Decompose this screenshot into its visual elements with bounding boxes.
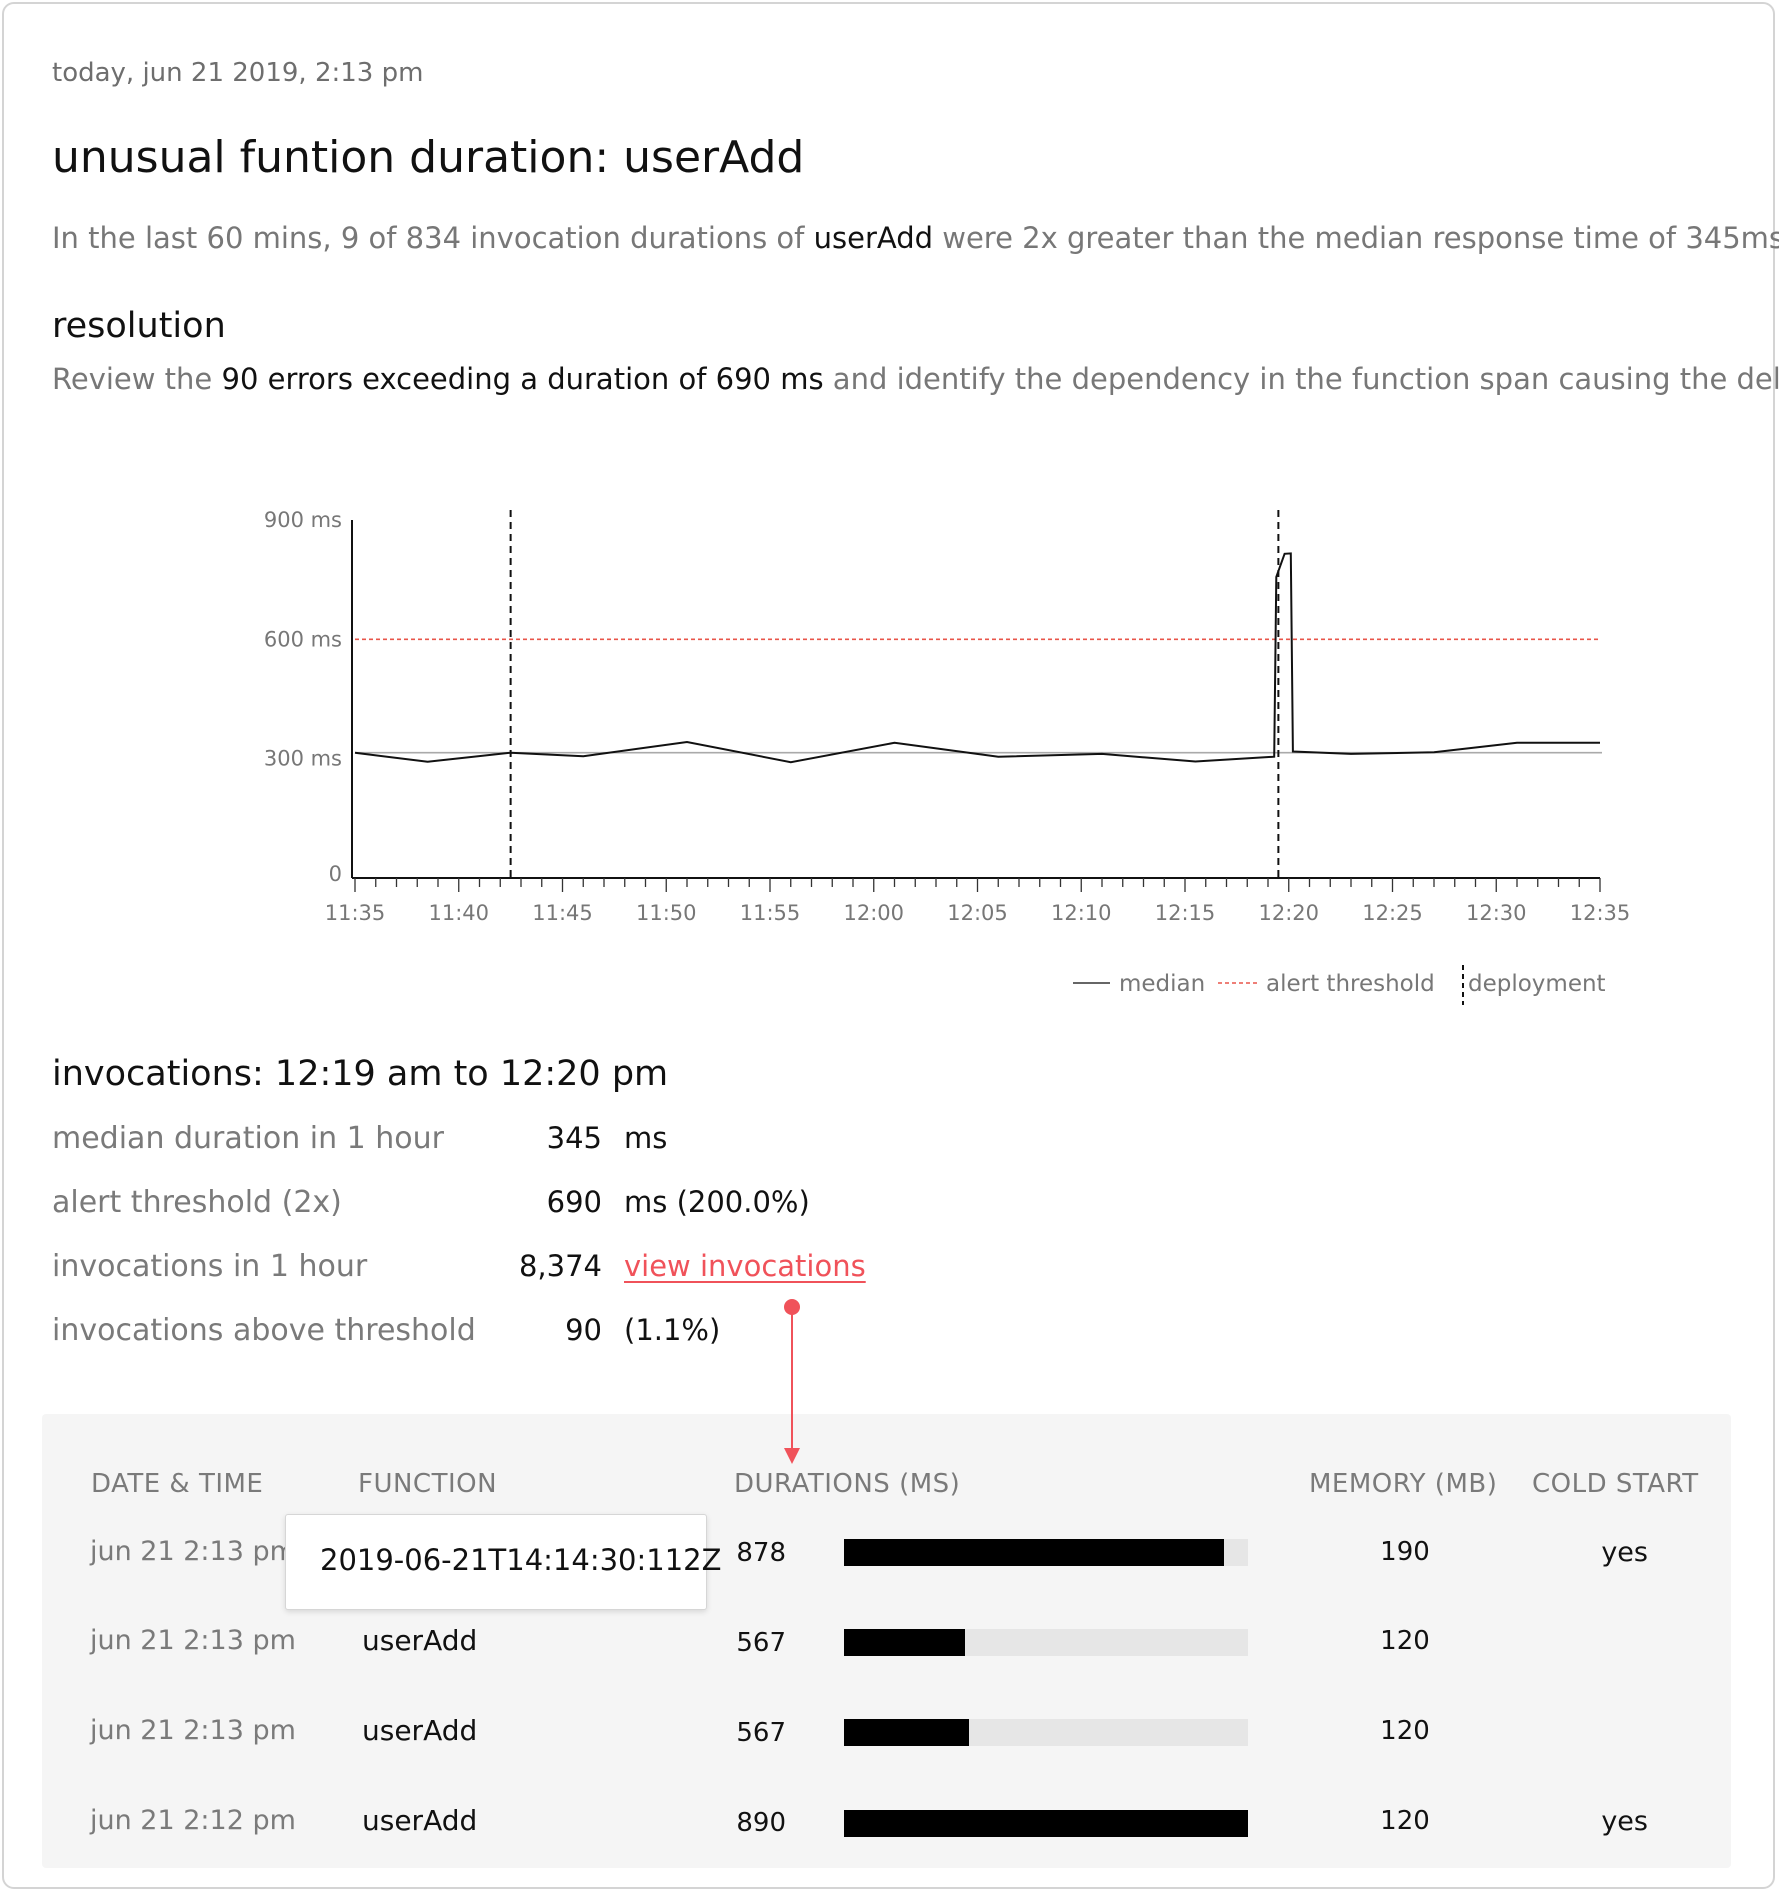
x-tick-label-4: 11:55 xyxy=(740,901,801,925)
x-tick-label-6: 12:05 xyxy=(947,901,1008,925)
y-tick-label-0: 0 xyxy=(329,862,342,886)
row-2-duration-bar-fill xyxy=(844,1719,970,1746)
x-tick-label-2: 11:45 xyxy=(532,901,593,925)
stat-unit-threshold: ms (200.0%) xyxy=(624,1185,810,1219)
x-tick-label-12: 12:35 xyxy=(1570,901,1631,925)
y-tick-label-1: 300 ms xyxy=(264,747,342,771)
stat-label-above-threshold: invocations above threshold xyxy=(52,1313,476,1348)
duration-series-line xyxy=(354,552,1600,764)
column-header-cold-start: COLD START xyxy=(1532,1469,1699,1499)
row-0-duration-bar xyxy=(844,1539,1248,1566)
x-tick-label-3: 11:50 xyxy=(636,901,697,925)
row-2-duration: 567 xyxy=(736,1718,786,1748)
row-3-memory: 120 xyxy=(1380,1806,1430,1836)
stat-label-median: median duration in 1 hour xyxy=(52,1121,444,1156)
column-header-date: DATE & TIME xyxy=(91,1469,264,1499)
row-1-duration: 567 xyxy=(736,1628,786,1658)
view-invocations-link[interactable]: view invocations xyxy=(624,1249,866,1283)
x-tick-label-0: 11:35 xyxy=(325,901,386,925)
row-3-duration-bar-fill xyxy=(844,1810,1248,1837)
row-1-duration-bar-fill xyxy=(844,1629,966,1656)
x-tick-label-8: 12:15 xyxy=(1155,901,1216,925)
row-3-date: jun 21 2:12 pm xyxy=(90,1805,296,1836)
stat-value-invocations: 8,374 xyxy=(518,1249,602,1283)
row-1-memory: 120 xyxy=(1380,1626,1430,1656)
legend-median-label: median xyxy=(1119,971,1205,997)
row-0-duration: 878 xyxy=(736,1538,786,1568)
y-tick-label-3: 900 ms xyxy=(264,508,342,532)
row-0-duration-bar-fill xyxy=(844,1539,1224,1566)
stat-label-invocations: invocations in 1 hour xyxy=(52,1249,368,1284)
stat-unit-median: ms xyxy=(624,1121,668,1155)
row-1-duration-bar xyxy=(844,1629,1248,1656)
legend-threshold-label: alert threshold xyxy=(1266,971,1435,997)
row-2-date: jun 21 2:13 pm xyxy=(90,1715,296,1746)
column-header-memory: MEMORY (MB) xyxy=(1309,1469,1498,1499)
row-2-memory: 120 xyxy=(1380,1716,1430,1746)
stat-value-median: 345 xyxy=(546,1121,602,1155)
x-tick-label-1: 11:40 xyxy=(428,901,489,925)
row-3-duration: 890 xyxy=(736,1808,786,1838)
row-2-function: userAdd xyxy=(362,1714,478,1747)
stat-label-threshold: alert threshold (2x) xyxy=(52,1185,342,1220)
x-tick-label-7: 12:10 xyxy=(1051,901,1112,925)
x-tick-label-9: 12:20 xyxy=(1258,901,1319,925)
invocations-heading: invocations: 12:19 am to 12:20 pm xyxy=(52,1054,669,1094)
x-tick-label-5: 12:00 xyxy=(843,901,904,925)
tooltip-text: 2019-06-21T14:14:30:112Z xyxy=(320,1543,722,1577)
row-0-date: jun 21 2:13 pm xyxy=(90,1536,296,1567)
row-3-duration-bar xyxy=(844,1810,1248,1837)
legend-deployment-label: deployment xyxy=(1468,971,1606,997)
row-1-function: userAdd xyxy=(362,1624,478,1657)
duration-chart: 0 300 ms 600 ms 900 ms 11:35 11:40 11:45 11:50 1… xyxy=(264,508,1631,1005)
row-3-function: userAdd xyxy=(362,1804,478,1837)
row-1-date: jun 21 2:13 pm xyxy=(90,1625,296,1656)
column-header-durations: DURATIONS (MS) xyxy=(734,1469,961,1499)
column-header-function: FUNCTION xyxy=(358,1469,498,1499)
x-tick-label-10: 12:25 xyxy=(1362,901,1423,925)
row-3-cold-start: yes xyxy=(1601,1806,1648,1837)
stat-value-threshold: 690 xyxy=(546,1185,602,1219)
y-tick-label-2: 600 ms xyxy=(264,627,342,651)
row-0-memory: 190 xyxy=(1380,1537,1430,1567)
timestamp-tooltip: 2019-06-21T14:14:30:112Z xyxy=(285,1514,721,1610)
x-tick-label-11: 12:30 xyxy=(1466,901,1527,925)
stat-percent-above-threshold: (1.1%) xyxy=(624,1313,721,1347)
row-0-cold-start: yes xyxy=(1601,1537,1648,1568)
stat-value-above-threshold: 90 xyxy=(565,1313,602,1347)
row-2-duration-bar xyxy=(844,1719,1248,1746)
